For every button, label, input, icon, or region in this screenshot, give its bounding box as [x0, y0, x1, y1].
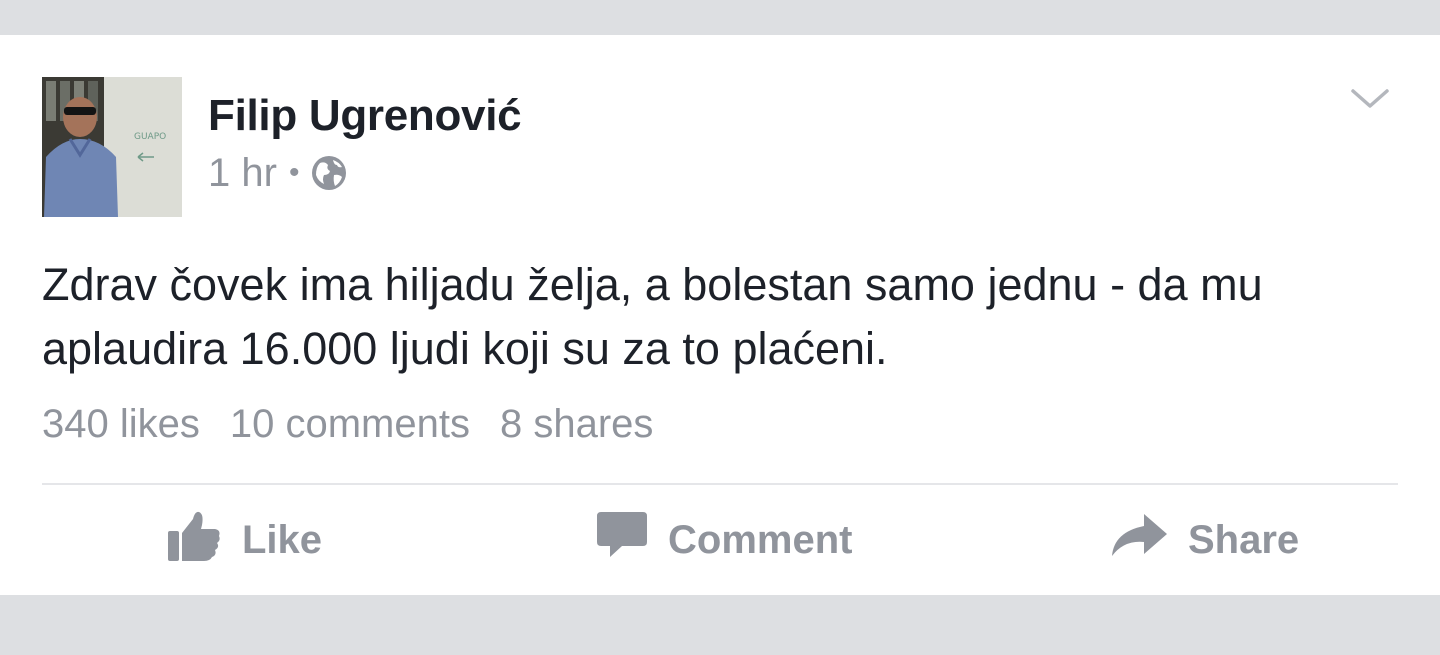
post-meta: 1 hr •	[208, 149, 347, 197]
feed-background-bottom	[0, 595, 1440, 655]
post-timestamp[interactable]: 1 hr	[208, 151, 277, 196]
avatar-photo: GUAPO	[42, 77, 182, 217]
post-options-chevron-down-icon[interactable]	[1348, 83, 1392, 113]
avatar[interactable]: GUAPO	[42, 77, 182, 217]
comment-label: Comment	[668, 517, 853, 562]
share-button[interactable]: Share	[1110, 503, 1299, 577]
feed-background-top	[0, 0, 1440, 35]
author-name[interactable]: Filip Ugrenović	[208, 90, 522, 142]
likes-count[interactable]: 340 likes	[42, 399, 200, 449]
share-label: Share	[1188, 517, 1300, 562]
share-arrow-icon	[1110, 510, 1168, 570]
post-card: GUAPO Filip Ugrenović 1 hr • Zdrav čovek…	[0, 35, 1440, 595]
post-body-text: Zdrav čovek ima hiljadu želja, a bolesta…	[42, 259, 1263, 374]
shares-count[interactable]: 8 shares	[500, 399, 653, 449]
speech-bubble-icon	[596, 510, 648, 570]
comment-button[interactable]: Comment	[596, 503, 852, 577]
avatar-wall-text: GUAPO	[134, 132, 166, 142]
comments-count[interactable]: 10 comments	[230, 399, 470, 449]
actions-divider	[42, 483, 1398, 485]
like-label: Like	[242, 517, 323, 562]
meta-separator: •	[288, 156, 300, 189]
globe-icon[interactable]	[311, 155, 347, 191]
like-button[interactable]: Like	[166, 503, 322, 577]
thumbs-up-icon	[166, 507, 222, 573]
post-engagement-stats: 340 likes 10 comments 8 shares	[42, 399, 683, 449]
